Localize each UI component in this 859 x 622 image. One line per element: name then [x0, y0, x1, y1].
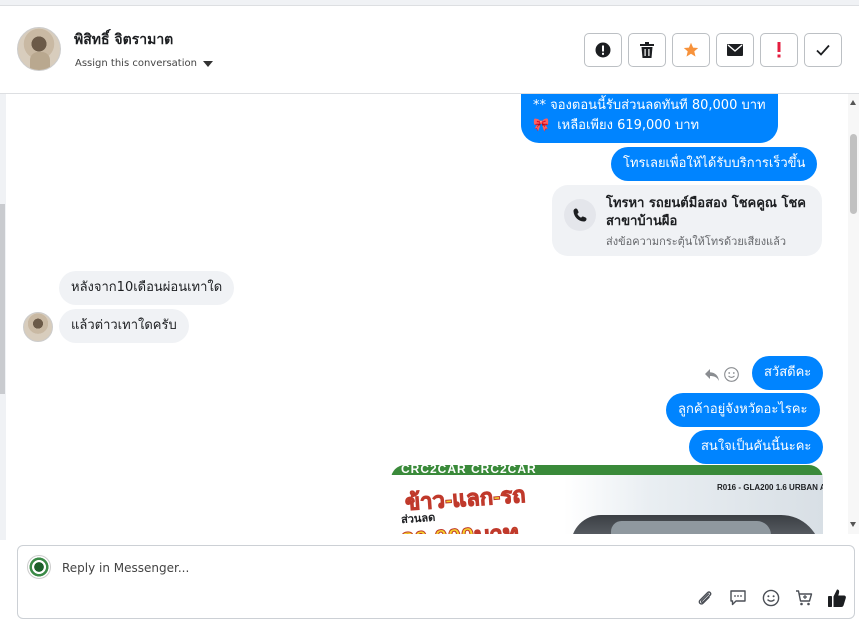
contact-avatar-small	[23, 312, 53, 342]
conversation-header: พิสิทธิ์ จิตรามาต Assign this conversati…	[0, 6, 859, 94]
chat-bubble-icon	[730, 590, 746, 606]
follow-up-button[interactable]	[760, 33, 798, 67]
cart-icon	[796, 590, 813, 606]
header-actions	[584, 33, 842, 67]
composer-tools	[695, 588, 847, 608]
alert-circle-icon	[595, 42, 611, 58]
mark-done-button[interactable]	[804, 33, 842, 67]
incoming-message[interactable]: หลังจาก10เดือนผ่อนเทาใด	[59, 271, 235, 305]
like-button[interactable]	[827, 588, 847, 608]
exclamation-icon	[777, 42, 781, 58]
trash-icon	[640, 42, 654, 58]
emoji-button[interactable]	[761, 588, 781, 608]
attach-button[interactable]	[695, 588, 715, 608]
page-logo-avatar	[27, 555, 51, 579]
message-hover-actions	[704, 367, 739, 382]
thread-scrollbar[interactable]	[848, 94, 859, 534]
call-card-subtitle: ส่งข้อความกระตุ้นให้โทรด้วยเสียงแล้ว	[606, 235, 787, 248]
outgoing-message[interactable]: สนใจเป็นคันนี้นะคะ	[689, 430, 824, 464]
reply-icon[interactable]	[704, 368, 720, 382]
incoming-message[interactable]: แล้วต่าวเทาใดครับ	[59, 309, 189, 343]
message-thread[interactable]: ** จองตอนนี้รับส่วนลดทันที 80,000 บาท 🎀 เ…	[6, 94, 848, 534]
delete-button[interactable]	[628, 33, 666, 67]
phone-icon	[564, 199, 596, 231]
outgoing-message[interactable]: สวัสดีคะ	[752, 356, 824, 390]
check-icon	[816, 44, 830, 56]
left-scrollbar-thumb[interactable]	[0, 204, 5, 394]
call-card-title: โทรหา รถยนต์มือสอง โชคคูณ โชค สาขาบ้านผื…	[606, 196, 807, 229]
car-promo-image[interactable]: CRC2CAR CRC2CAR R016 - GLA200 1.6 URBAN …	[391, 465, 823, 534]
mark-unread-button[interactable]	[716, 33, 754, 67]
assign-label: Assign this conversation	[75, 58, 197, 69]
thread-scrollbar-thumb[interactable]	[850, 134, 857, 214]
react-emoji-icon[interactable]	[724, 367, 739, 382]
promo-line-2-row: 🎀 เหลือเพียง 619,000 บาท	[533, 116, 766, 136]
promo-line-2: เหลือเพียง 619,000 บาท	[557, 118, 700, 133]
report-spam-button[interactable]	[584, 33, 622, 67]
promo-line-1: ** จองตอนนี้รับส่วนลดทันที 80,000 บาท	[533, 98, 766, 113]
promo-brand-strip: CRC2CAR CRC2CAR	[391, 465, 823, 476]
car-window	[611, 521, 771, 534]
contact-avatar[interactable]	[17, 27, 61, 71]
contact-name[interactable]: พิสิทธิ์ จิตรามาต	[74, 29, 173, 51]
assign-conversation-dropdown[interactable]: Assign this conversation	[75, 58, 213, 69]
reply-input[interactable]	[62, 558, 762, 578]
outgoing-message-promo[interactable]: ** จองตอนนี้รับส่วนลดทันที 80,000 บาท 🎀 เ…	[521, 94, 778, 143]
scroll-up-arrow-icon[interactable]	[850, 100, 856, 105]
saved-replies-button[interactable]	[728, 588, 748, 608]
call-request-card[interactable]: โทรหา รถยนต์มือสอง โชคคูณ โชค สาขาบ้านผื…	[552, 185, 822, 256]
shop-button[interactable]	[794, 588, 814, 608]
star-button[interactable]	[672, 33, 710, 67]
caret-down-icon	[202, 60, 213, 67]
emoji-icon	[762, 589, 780, 607]
paperclip-icon	[698, 591, 712, 605]
star-icon	[683, 42, 699, 57]
envelope-icon	[727, 44, 743, 56]
thumbs-up-icon	[828, 589, 846, 607]
outgoing-message-call-prompt[interactable]: โทรเลยเพื่อให้ได้รับบริการเร็วขึ้น	[611, 147, 818, 181]
outgoing-message[interactable]: ลูกค้าอยู่จังหวัดอะไรคะ	[666, 393, 820, 427]
scroll-down-arrow-icon[interactable]	[850, 522, 856, 527]
ribbon-icon: 🎀	[533, 118, 550, 133]
reply-composer	[17, 545, 855, 619]
promo-model-label: R016 - GLA200 1.6 URBAN AT	[717, 483, 823, 492]
